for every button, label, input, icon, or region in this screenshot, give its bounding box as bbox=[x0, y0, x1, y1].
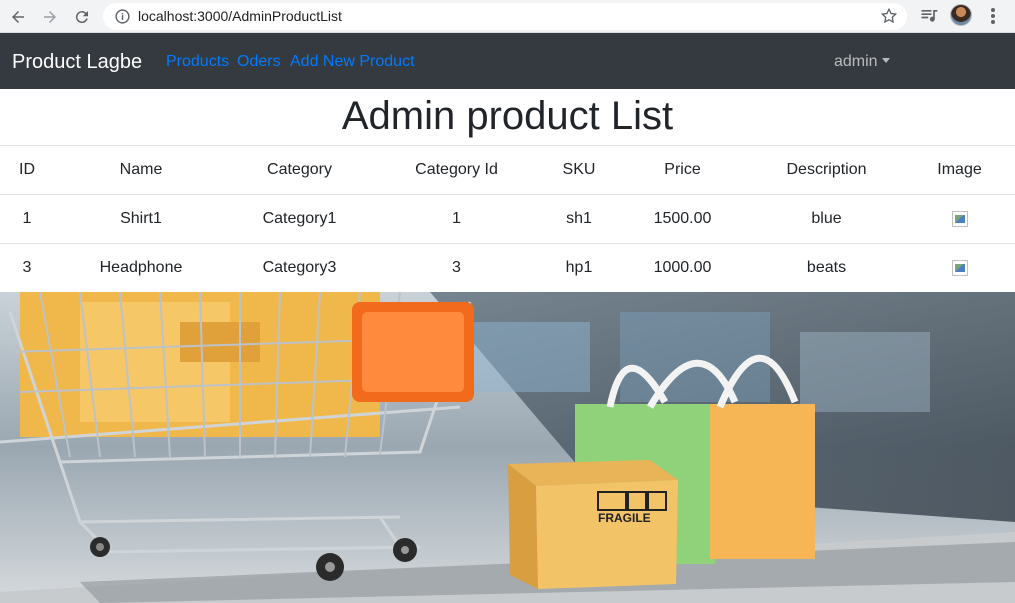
page-title: Admin product List bbox=[341, 94, 674, 138]
broken-image-icon bbox=[951, 260, 968, 277]
reload-icon[interactable] bbox=[69, 4, 95, 30]
cell-image bbox=[904, 243, 1015, 293]
column-header-description: Description bbox=[749, 145, 904, 195]
cell-name: Shirt1 bbox=[54, 194, 228, 244]
user-dropdown-label: admin bbox=[834, 53, 878, 70]
cell-sku: sh1 bbox=[542, 194, 616, 244]
table-header-row: ID Name Category Category Id SKU Price D… bbox=[0, 145, 1015, 195]
cell-image bbox=[904, 194, 1015, 244]
column-header-id: ID bbox=[0, 145, 54, 195]
media-control-icon[interactable] bbox=[919, 5, 939, 25]
cell-price: 1000.00 bbox=[616, 243, 749, 293]
address-bar[interactable]: localhost:3000/AdminProductList bbox=[103, 3, 907, 30]
url-text: localhost:3000/AdminProductList bbox=[138, 8, 342, 24]
menu-dots-icon[interactable] bbox=[985, 5, 1001, 27]
nav-link-products[interactable]: Products bbox=[166, 53, 229, 71]
table-row: 3 Headphone Category3 3 hp1 1000.00 beat… bbox=[0, 243, 1015, 293]
browser-toolbar: localhost:3000/AdminProductList bbox=[0, 0, 1015, 33]
column-header-category: Category bbox=[228, 145, 371, 195]
cell-category: Category1 bbox=[228, 194, 371, 244]
back-icon[interactable] bbox=[5, 4, 31, 30]
cell-description: blue bbox=[749, 194, 904, 244]
column-header-name: Name bbox=[54, 145, 228, 195]
navbar: Product Lagbe Products Oders Add New Pro… bbox=[0, 33, 1015, 89]
column-header-price: Price bbox=[616, 145, 749, 195]
cell-id: 1 bbox=[0, 194, 54, 244]
hero-image: FRAGILE bbox=[0, 292, 1015, 603]
cell-category-id: 3 bbox=[371, 243, 542, 293]
forward-icon[interactable] bbox=[37, 4, 63, 30]
info-icon[interactable] bbox=[114, 8, 131, 25]
navbar-brand[interactable]: Product Lagbe bbox=[12, 51, 142, 74]
cell-name: Headphone bbox=[54, 243, 228, 293]
cell-price: 1500.00 bbox=[616, 194, 749, 244]
column-header-sku: SKU bbox=[542, 145, 616, 195]
cell-sku: hp1 bbox=[542, 243, 616, 293]
cell-category-id: 1 bbox=[371, 194, 542, 244]
cell-description: beats bbox=[749, 243, 904, 293]
cell-id: 3 bbox=[0, 243, 54, 293]
cell-category: Category3 bbox=[228, 243, 371, 293]
box-fragile-label: FRAGILE bbox=[598, 511, 651, 525]
profile-avatar[interactable] bbox=[950, 4, 972, 26]
caret-down-icon bbox=[881, 58, 890, 63]
nav-link-orders[interactable]: Oders bbox=[237, 53, 281, 71]
table-row: 1 Shirt1 Category1 1 sh1 1500.00 blue bbox=[0, 194, 1015, 244]
product-table: ID Name Category Category Id SKU Price D… bbox=[0, 145, 1015, 293]
shopping-cart-illustration: FRAGILE bbox=[0, 292, 1015, 603]
bookmark-star-icon[interactable] bbox=[880, 7, 898, 25]
broken-image-icon bbox=[951, 210, 968, 227]
column-header-category-id: Category Id bbox=[371, 145, 542, 195]
user-dropdown[interactable]: admin bbox=[834, 53, 890, 71]
nav-link-add-product[interactable]: Add New Product bbox=[290, 53, 415, 71]
column-header-image: Image bbox=[904, 145, 1015, 195]
